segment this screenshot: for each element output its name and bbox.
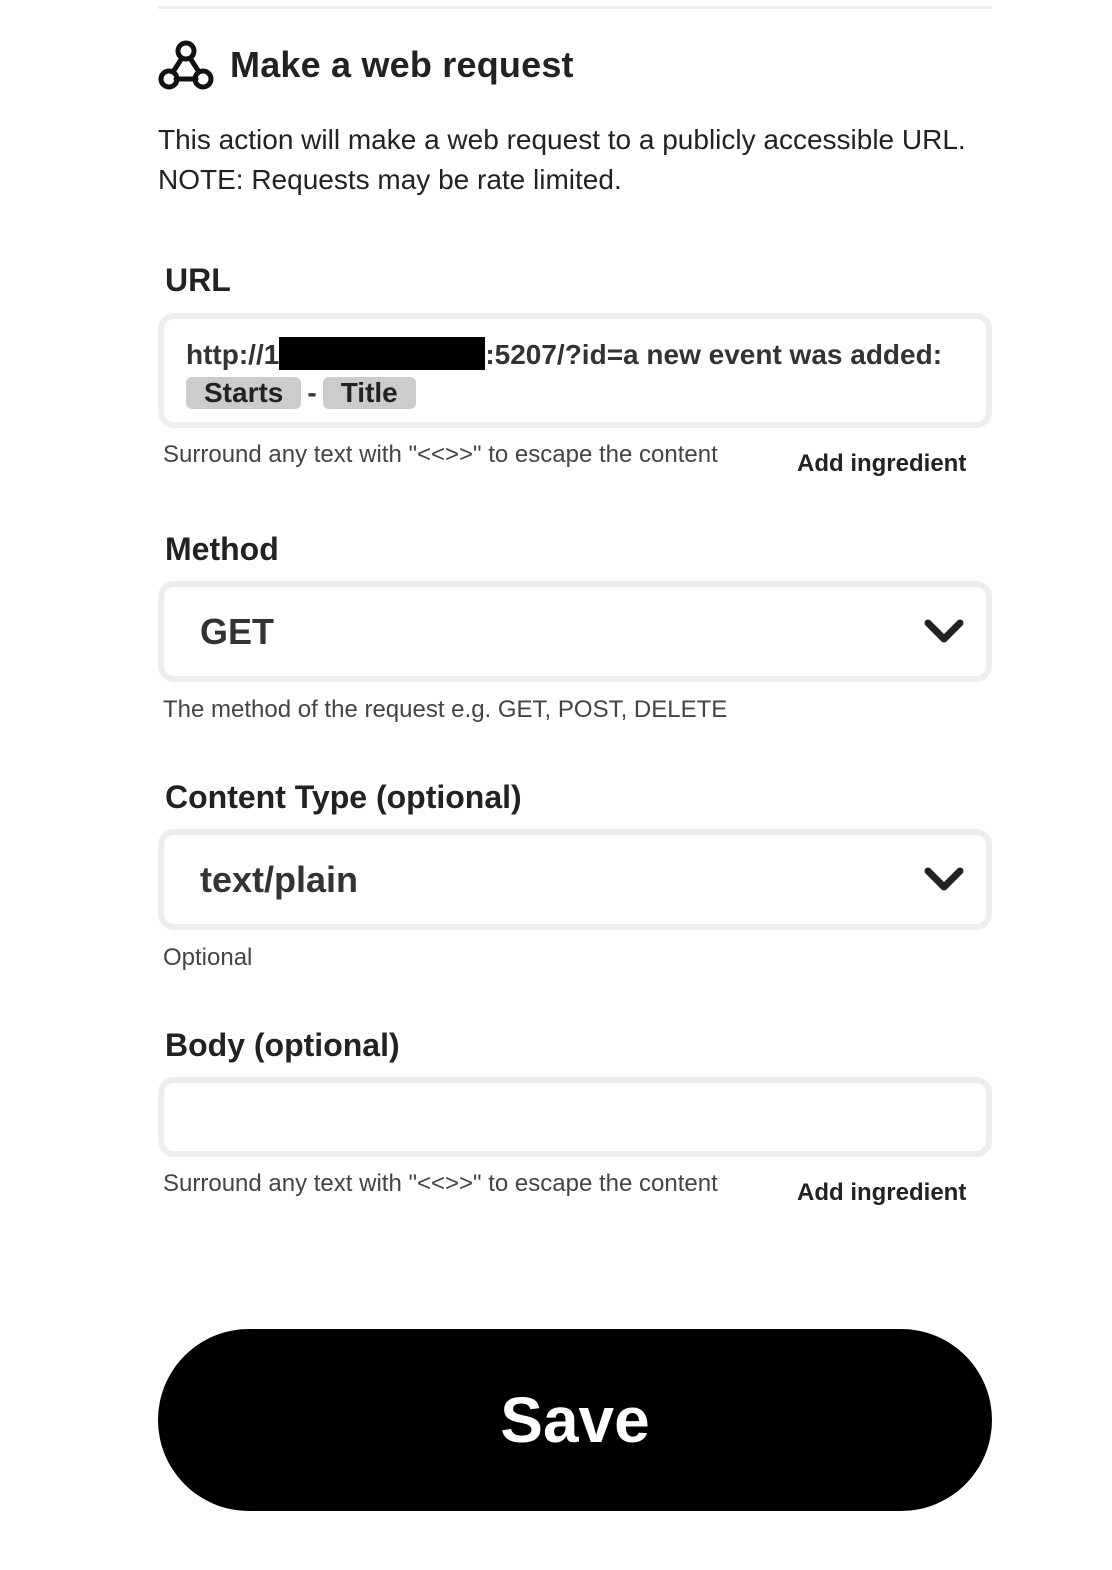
save-button[interactable]: Save xyxy=(158,1329,992,1511)
ingredient-separator: - xyxy=(307,377,317,408)
url-helper-text: Surround any text with "<<>>" to escape … xyxy=(163,441,718,468)
method-label: Method xyxy=(165,531,279,567)
method-selected-value: GET xyxy=(200,610,275,652)
chevron-down-icon xyxy=(924,867,964,890)
content-type-helper-text: Optional xyxy=(163,944,253,971)
body-label: Body (optional) xyxy=(165,1027,400,1063)
url-label: URL xyxy=(165,262,231,298)
body-add-ingredient-button[interactable]: Add ingredient xyxy=(797,1179,966,1207)
ingredient-pill-starts[interactable]: Starts xyxy=(186,377,302,409)
webhook-icon xyxy=(158,38,214,92)
ingredient-pill-title[interactable]: Title xyxy=(322,377,416,409)
description-line-2: NOTE: Requests may be rate limited. xyxy=(158,164,622,195)
method-select[interactable]: GET xyxy=(158,581,992,682)
chevron-down-icon xyxy=(924,619,964,642)
content-type-select[interactable]: text/plain xyxy=(158,829,992,930)
body-helper-text: Surround any text with "<<>>" to escape … xyxy=(163,1170,718,1197)
url-ingredients-line: Starts - Title xyxy=(186,375,964,411)
content-type-label: Content Type (optional) xyxy=(165,779,522,815)
redacted-block xyxy=(279,337,486,370)
content-type-selected-value: text/plain xyxy=(200,858,359,900)
url-add-ingredient-button[interactable]: Add ingredient xyxy=(797,450,966,478)
url-prefix: http://1 xyxy=(186,339,280,370)
top-divider xyxy=(158,6,992,9)
url-field[interactable]: http://1 :5207/?id=a new event was added:… xyxy=(158,313,992,428)
description-line-1: This action will make a web request to a… xyxy=(158,124,966,155)
page-title: Make a web request xyxy=(230,44,574,85)
method-helper-text: The method of the request e.g. GET, POST… xyxy=(163,696,728,723)
url-suffix: :5207/?id=a new event was added: xyxy=(485,339,943,370)
action-header: Make a web request xyxy=(158,38,574,92)
action-description: This action will make a web request to a… xyxy=(158,120,1018,200)
url-value-line: http://1 :5207/?id=a new event was added: xyxy=(186,337,964,373)
body-input[interactable] xyxy=(158,1077,992,1157)
